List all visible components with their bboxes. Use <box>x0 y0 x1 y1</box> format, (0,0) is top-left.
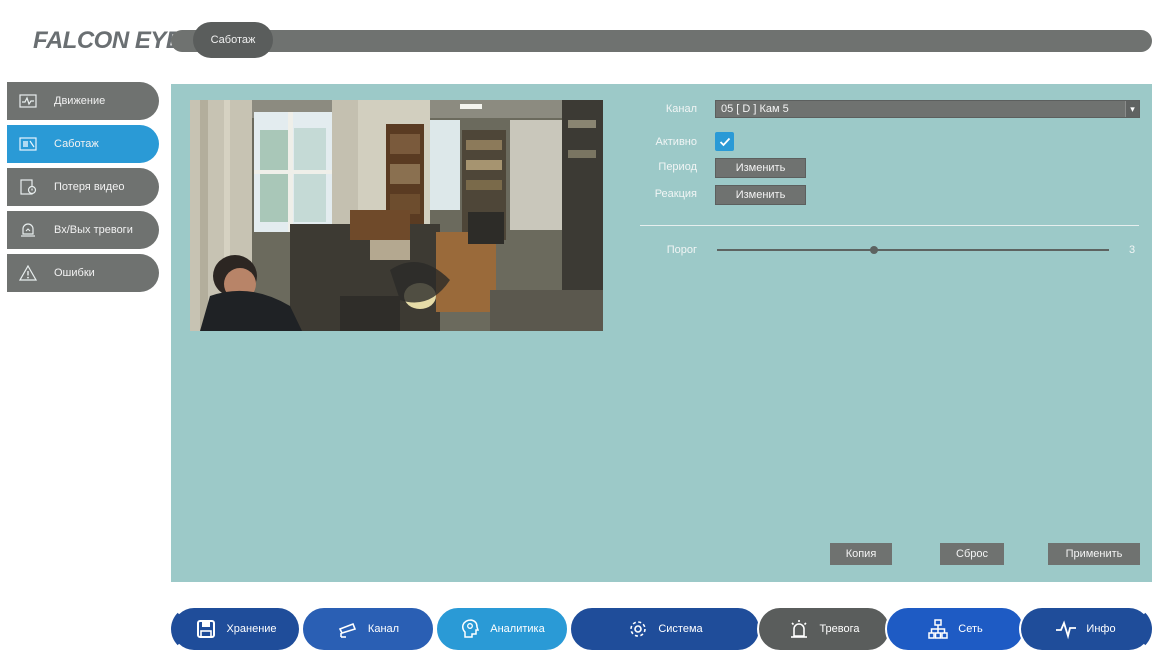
alarm-icon <box>791 620 808 638</box>
section-divider <box>640 225 1139 226</box>
period-label: Период <box>658 161 697 173</box>
tab-info[interactable]: Инфо <box>1019 606 1152 652</box>
sidebar-item-label: Ошибки <box>54 267 95 279</box>
alarm-io-icon <box>19 222 37 238</box>
tab-alarm[interactable]: Тревога <box>757 606 891 652</box>
channel-label: Канал <box>665 103 697 115</box>
sidebar-item-motion[interactable]: Движение <box>7 82 159 120</box>
channel-select-value: 05 [ D ] Кам 5 <box>721 103 789 115</box>
camera-preview <box>190 100 603 331</box>
logo-main: FALCON <box>33 27 129 54</box>
warning-icon <box>19 265 37 281</box>
tab-system[interactable]: Система <box>569 606 761 652</box>
sidebar-item-label: Движение <box>54 95 106 107</box>
threshold-label: Порог <box>666 244 697 256</box>
chevron-down-icon[interactable]: ▾ <box>1125 101 1139 117</box>
sidebar: Движение Саботаж Потеря видео Вх/Вых тре… <box>7 82 159 297</box>
sidebar-item-label: Потеря видео <box>54 181 125 193</box>
gear-icon <box>630 621 647 637</box>
tab-storage[interactable]: Хранение <box>171 606 301 652</box>
camera-preview-image <box>190 100 603 331</box>
period-edit-button[interactable]: Изменить <box>715 158 806 178</box>
sidebar-item-alarm-io[interactable]: Вх/Вых тревоги <box>7 211 159 249</box>
tab-channel[interactable]: Канал <box>301 606 435 652</box>
threshold-slider[interactable] <box>717 249 1109 251</box>
checkmark-icon <box>719 137 730 146</box>
tab-label: Тревога <box>819 623 860 635</box>
tab-label: Канал <box>367 623 400 635</box>
copy-button[interactable]: Копия <box>830 543 892 565</box>
tab-analytics[interactable]: Аналитика <box>435 606 569 652</box>
network-icon <box>928 619 949 639</box>
threshold-slider-handle[interactable] <box>869 246 878 254</box>
analytics-head-icon <box>462 619 480 638</box>
active-label: Активно <box>655 136 698 148</box>
page-title: Саботаж <box>193 22 273 58</box>
tab-label: Хранение <box>226 623 277 635</box>
tab-label: Инфо <box>1086 623 1116 635</box>
sidebar-item-label: Саботаж <box>54 138 99 150</box>
tab-network[interactable]: Сеть <box>885 606 1025 652</box>
title-bar <box>171 30 1152 52</box>
pulse-icon <box>1056 620 1077 640</box>
reaction-edit-button[interactable]: Изменить <box>715 185 806 205</box>
brand-logo: FALCON EYE <box>33 27 182 55</box>
camera-icon <box>338 622 356 638</box>
tab-label: Система <box>658 623 703 635</box>
video-loss-icon <box>19 179 37 195</box>
apply-button[interactable]: Применить <box>1048 543 1140 565</box>
sidebar-item-tamper[interactable]: Саботаж <box>7 125 159 163</box>
tab-label: Аналитика <box>490 623 545 635</box>
reset-button[interactable]: Сброс <box>940 543 1004 565</box>
tab-label: Сеть <box>958 623 983 635</box>
reaction-label: Реакция <box>654 188 697 200</box>
main-panel: Канал 05 [ D ] Кам 5 ▾ Активно Период Из… <box>171 84 1152 582</box>
threshold-value: 3 <box>1129 244 1136 256</box>
sidebar-item-label: Вх/Вых тревоги <box>54 224 133 236</box>
sidebar-item-video-loss[interactable]: Потеря видео <box>7 168 159 206</box>
sidebar-item-errors[interactable]: Ошибки <box>7 254 159 292</box>
channel-select[interactable]: 05 [ D ] Кам 5 ▾ <box>715 100 1140 118</box>
bottom-nav: Хранение Канал Аналитика Система Тревога… <box>171 606 1152 652</box>
storage-disk-icon <box>197 620 216 638</box>
motion-graph-icon <box>19 93 37 109</box>
tamper-icon <box>19 136 37 152</box>
active-checkbox[interactable] <box>715 132 734 151</box>
